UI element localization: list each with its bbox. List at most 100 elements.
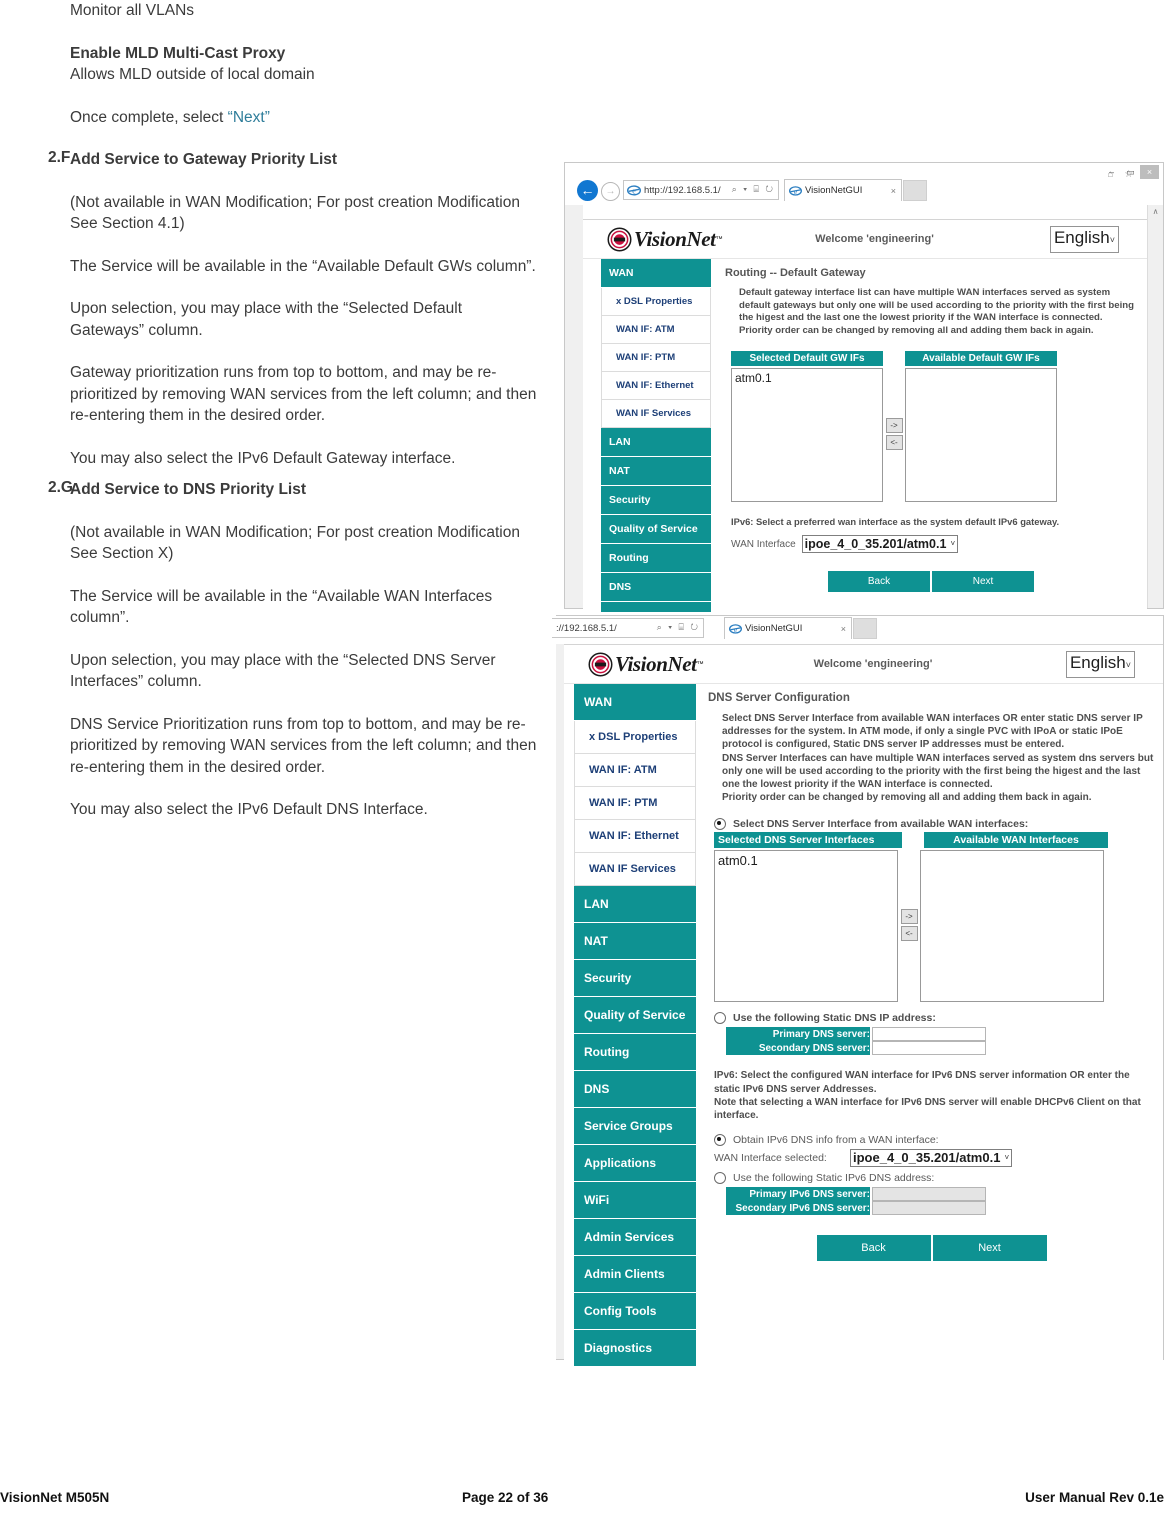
maximize-icon[interactable]: ▭ bbox=[1121, 165, 1140, 179]
scroll-up-icon[interactable]: ∧ bbox=[1148, 205, 1163, 219]
primary-dns-input[interactable] bbox=[872, 1027, 986, 1042]
sidebar-item-dsl-properties[interactable]: x DSL Properties bbox=[601, 288, 711, 316]
browser-tab[interactable]: e VisionNetGUI × bbox=[724, 617, 852, 639]
tab-close-icon[interactable]: × bbox=[891, 186, 896, 196]
ipv6-wan-interface-select[interactable]: ipoe_4_0_35.201/atm0.1 ˅ bbox=[850, 1149, 1013, 1168]
sidebar-item-service-groups[interactable] bbox=[601, 602, 711, 613]
address-bar[interactable]: e http://192.168.5.1/ ⌕ ▾ ⌸ ↻ bbox=[623, 180, 779, 200]
new-tab-button[interactable] bbox=[853, 618, 877, 639]
list-item[interactable]: atm0.1 bbox=[718, 853, 897, 868]
language-selector[interactable]: English˅ bbox=[1049, 226, 1119, 253]
back-button[interactable]: Back bbox=[828, 571, 930, 593]
sidebar-item-dsl-properties[interactable]: x DSL Properties bbox=[574, 721, 696, 754]
sidebar-item-lan[interactable]: LAN bbox=[601, 428, 711, 457]
paragraph-text: DNS Service Prioritization runs from top… bbox=[70, 715, 537, 776]
address-bar-icons[interactable]: ⌕ ▾ ⌸ ↻ bbox=[657, 622, 700, 633]
next-button[interactable]: Next bbox=[932, 1235, 1047, 1262]
url-text: http://192.168.5.1/ bbox=[644, 184, 721, 196]
address-bar-icons[interactable]: ⌕ ▾ ⌸ ↻ bbox=[732, 184, 775, 195]
next-link[interactable]: “Next” bbox=[228, 109, 270, 126]
primary-ipv6-label: Primary IPv6 DNS server: bbox=[726, 1187, 870, 1202]
sidebar-item-quality-of-service[interactable]: Quality of Service bbox=[574, 997, 696, 1034]
secondary-dns-input[interactable] bbox=[872, 1041, 986, 1056]
move-left-button[interactable]: <- bbox=[900, 926, 918, 942]
mld-block: Enable MLD Multi-Cast Proxy Allows MLD o… bbox=[0, 43, 556, 86]
move-right-button[interactable]: -> bbox=[900, 909, 918, 925]
sidebar-item-wan-if-services[interactable]: WAN IF Services bbox=[601, 400, 711, 428]
trademark-icon: ™ bbox=[715, 235, 723, 243]
move-right-button[interactable]: -> bbox=[885, 418, 903, 434]
footer-left-text: VisionNet M505N bbox=[0, 1490, 110, 1505]
section-2g-p4: You may also select the IPv6 Default DNS… bbox=[0, 799, 556, 821]
sidebar-item-config-tools[interactable]: Config Tools bbox=[574, 1293, 696, 1330]
sidebar-item-lan[interactable]: LAN bbox=[574, 886, 696, 923]
chevron-down-icon: ˅ bbox=[950, 539, 956, 549]
sidebar-item-wan-if-services[interactable]: WAN IF Services bbox=[574, 853, 696, 886]
radio-static-dns-row[interactable]: Use the following Static DNS IP address: bbox=[714, 1012, 1155, 1025]
minimize-icon[interactable]: – bbox=[1102, 165, 1121, 179]
sidebar-item-dns[interactable]: DNS bbox=[601, 573, 711, 602]
sidebar-item-service-groups[interactable]: Service Groups bbox=[574, 1108, 696, 1145]
sidebar-item-nat[interactable]: NAT bbox=[601, 457, 711, 486]
sidebar-item-wan-if-ethernet[interactable]: WAN IF: Ethernet bbox=[574, 820, 696, 853]
sidebar-item-wifi[interactable]: WiFi bbox=[574, 1182, 696, 1219]
radio-static-dns-icon[interactable] bbox=[714, 1012, 726, 1025]
list-item[interactable]: atm0.1 bbox=[735, 371, 882, 385]
sidebar-item-wan[interactable]: WAN bbox=[574, 684, 696, 721]
back-arrow-icon[interactable]: ← bbox=[577, 180, 598, 201]
browser-tab[interactable]: e VisionNetGUI × bbox=[784, 179, 902, 201]
tab-close-icon[interactable]: × bbox=[841, 624, 846, 634]
next-button[interactable]: Next bbox=[932, 571, 1034, 593]
sidebar-item-admin-clients[interactable]: Admin Clients bbox=[574, 1256, 696, 1293]
sidebar-item-wan-if-ptm[interactable]: WAN IF: PTM bbox=[574, 787, 696, 820]
window-controls: – ▭ × bbox=[1102, 165, 1159, 179]
sidebar-item-applications[interactable]: Applications bbox=[574, 1145, 696, 1182]
sidebar-item-wan-if-atm[interactable]: WAN IF: ATM bbox=[574, 754, 696, 787]
wan-interface-label: WAN Interface bbox=[731, 538, 796, 550]
svg-text:e: e bbox=[632, 187, 636, 196]
radio-static-ipv6-row[interactable]: Use the following Static IPv6 DNS addres… bbox=[714, 1172, 1155, 1185]
new-tab-button[interactable] bbox=[903, 180, 927, 201]
secondary-ipv6-input[interactable] bbox=[872, 1201, 986, 1216]
sidebar-item-routing[interactable]: Routing bbox=[601, 544, 711, 573]
ie-logo-icon: e bbox=[789, 186, 802, 196]
primary-ipv6-input[interactable] bbox=[872, 1187, 986, 1202]
vertical-scrollbar[interactable]: ∧ bbox=[1147, 205, 1163, 608]
close-icon[interactable]: × bbox=[1140, 165, 1159, 179]
radio-select-interface-row[interactable]: Select DNS Server Interface from availab… bbox=[714, 818, 1155, 831]
sidebar-item-security[interactable]: Security bbox=[574, 960, 696, 997]
move-left-button[interactable]: <- bbox=[885, 435, 903, 451]
sidebar-item-wan-if-ethernet[interactable]: WAN IF: Ethernet bbox=[601, 372, 711, 400]
page-left-gutter bbox=[565, 205, 583, 608]
sidebar-item-wan-if-ptm[interactable]: WAN IF: PTM bbox=[601, 344, 711, 372]
radio-obtain-ipv6-row[interactable]: Obtain IPv6 DNS info from a WAN interfac… bbox=[714, 1134, 1155, 1147]
selected-dns-interfaces-listbox[interactable]: atm0.1 bbox=[714, 850, 898, 1003]
radio-select-interface-icon[interactable] bbox=[714, 818, 726, 831]
sidebar-item-quality-of-service[interactable]: Quality of Service bbox=[601, 515, 711, 544]
wan-interface-select[interactable]: ipoe_4_0_35.201/atm0.1 ˅ bbox=[801, 535, 959, 554]
visionnet-logo-icon bbox=[607, 227, 632, 251]
sidebar-item-routing[interactable]: Routing bbox=[574, 1034, 696, 1071]
forward-arrow-icon[interactable]: → bbox=[601, 182, 620, 201]
available-column-header: Available WAN Interfaces bbox=[924, 832, 1108, 849]
available-default-gw-listbox[interactable] bbox=[905, 368, 1057, 503]
language-value: English bbox=[1053, 228, 1110, 247]
address-bar[interactable]: ://192.168.5.1/ ⌕ ▾ ⌸ ↻ bbox=[552, 618, 704, 638]
sidebar-item-wan-if-atm[interactable]: WAN IF: ATM bbox=[601, 316, 711, 344]
sidebar-item-diagnostics[interactable]: Diagnostics bbox=[574, 1330, 696, 1367]
footer-right-text: User Manual Rev 0.1e bbox=[1025, 1490, 1164, 1505]
available-wan-interfaces-listbox[interactable] bbox=[920, 850, 1104, 1003]
sidebar-item-security[interactable]: Security bbox=[601, 486, 711, 515]
sidebar-item-admin-services[interactable]: Admin Services bbox=[574, 1219, 696, 1256]
sidebar-item-nat[interactable]: NAT bbox=[574, 923, 696, 960]
selected-column-header: Selected DNS Server Interfaces bbox=[714, 832, 902, 849]
sidebar-item-wan[interactable]: WAN bbox=[601, 259, 711, 288]
radio-obtain-ipv6-icon[interactable] bbox=[714, 1134, 726, 1147]
selected-default-gw-listbox[interactable]: atm0.1 bbox=[731, 368, 883, 503]
language-selector[interactable]: English˅ bbox=[1065, 651, 1135, 678]
back-button[interactable]: Back bbox=[816, 1235, 931, 1262]
once-complete-prefix: Once complete, select bbox=[70, 108, 228, 126]
radio-static-ipv6-icon[interactable] bbox=[714, 1172, 726, 1185]
sidebar-item-dns[interactable]: DNS bbox=[574, 1071, 696, 1108]
